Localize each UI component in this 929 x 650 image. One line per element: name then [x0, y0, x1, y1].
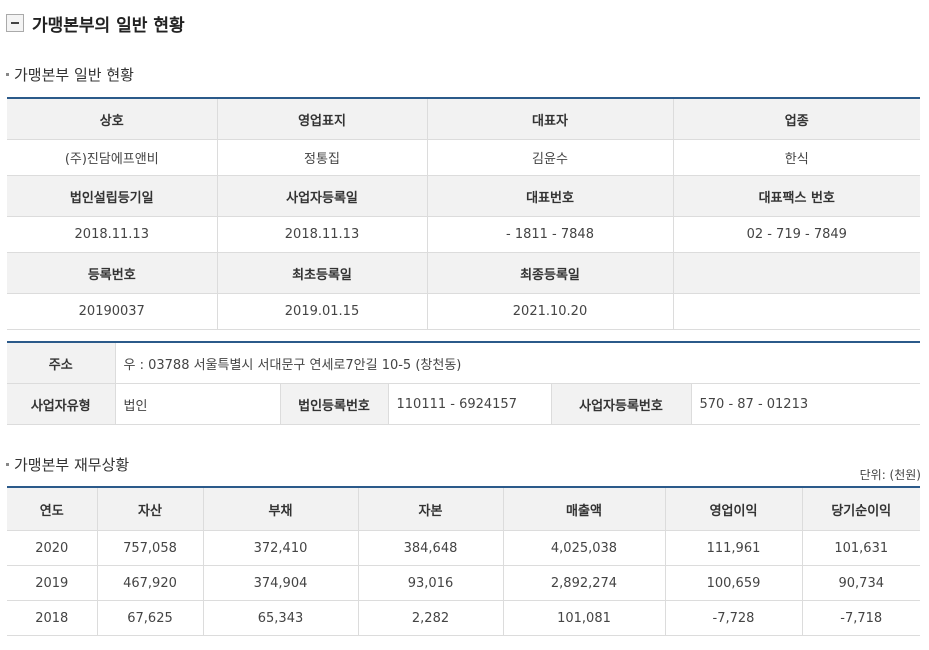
- corp-reg-label: 법인등록번호: [279, 383, 389, 425]
- table-row: 2019 467,920 374,904 93,016 2,892,274 10…: [7, 565, 920, 601]
- table-cell: 한식: [672, 139, 920, 176]
- table-cell: (주)진담에프앤비: [7, 139, 218, 176]
- collapse-toggle-button[interactable]: [6, 14, 24, 32]
- section-title-text: 가맹본부 재무상황: [14, 456, 130, 474]
- biz-reg-value: 570 - 87 - 01213: [690, 383, 921, 425]
- table-cell: 2019: [7, 565, 98, 601]
- table-cell: -7,728: [664, 600, 803, 636]
- table-row: 주소 우 : 03788 서울특별시 서대문구 연세로7안길 10-5 (창천동…: [7, 341, 921, 384]
- table-cell: 김윤수: [426, 139, 674, 176]
- table-header-cell: 영업표지: [216, 97, 428, 140]
- table-header-cell: 대표팩스 번호: [672, 175, 920, 217]
- biz-type-label: 사업자유형: [7, 383, 116, 425]
- table-cell: 2018.11.13: [216, 216, 428, 253]
- table-header-cell: 업종: [672, 97, 920, 140]
- table-cell: 93,016: [357, 565, 504, 601]
- table-cell: 757,058: [96, 530, 204, 566]
- biz-type-value: 법인: [114, 383, 281, 425]
- table-header-cell: 상호: [7, 97, 218, 140]
- section-title-finance: 가맹본부 재무상황: [6, 454, 129, 475]
- table-header-cell: 최종등록일: [426, 252, 674, 294]
- table-header-row: 연도 자산 부채 자본 매출액 영업이익 당기순이익: [7, 486, 920, 531]
- column-header: 연도: [7, 486, 98, 531]
- column-header: 부채: [202, 486, 359, 531]
- table-row: 20190037 2019.01.15 2021.10.20: [7, 293, 920, 330]
- table-cell: 2018.11.13: [7, 216, 218, 253]
- table-header-cell: 등록번호: [7, 252, 218, 294]
- section-title-text: 가맹본부 일반 현황: [14, 66, 134, 84]
- table-row: 2018.11.13 2018.11.13 - 1811 - 7848 02 -…: [7, 216, 920, 253]
- column-header: 매출액: [502, 486, 666, 531]
- column-header: 당기순이익: [801, 486, 920, 531]
- address-label: 주소: [7, 341, 116, 384]
- page-title: 가맹본부의 일반 현황: [32, 15, 185, 36]
- table-header-cell: 사업자등록일: [216, 175, 428, 217]
- table-cell: 2,892,274: [502, 565, 666, 601]
- table-cell: 정통집: [216, 139, 428, 176]
- table-cell: 02 - 719 - 7849: [672, 216, 920, 253]
- corp-reg-value: 110111 - 6924157: [387, 383, 552, 425]
- table-cell: 90,734: [801, 565, 920, 601]
- table-row: 등록번호 최초등록일 최종등록일: [7, 252, 920, 294]
- financial-status-table: 연도 자산 부채 자본 매출액 영업이익 당기순이익 2020 757,058 …: [7, 486, 920, 636]
- table-row: (주)진담에프앤비 정통집 김윤수 한식: [7, 139, 920, 176]
- column-header: 영업이익: [664, 486, 803, 531]
- table-cell: 2021.10.20: [426, 293, 674, 330]
- table-cell: 2020: [7, 530, 98, 566]
- table-cell: 4,025,038: [502, 530, 666, 566]
- table-cell: 101,081: [502, 600, 666, 636]
- table-header-cell: 법인설립등기일: [7, 175, 218, 217]
- table-row: 사업자유형 법인 법인등록번호 110111 - 6924157 사업자등록번호…: [7, 383, 921, 425]
- minus-icon: [11, 22, 19, 24]
- column-header: 자산: [96, 486, 204, 531]
- table-cell: 20190037: [7, 293, 218, 330]
- table-cell: 100,659: [664, 565, 803, 601]
- table-cell: 374,904: [202, 565, 359, 601]
- table-cell: 2,282: [357, 600, 504, 636]
- address-value: 우 : 03788 서울특별시 서대문구 연세로7안길 10-5 (창천동): [114, 341, 921, 384]
- unit-label: 단위: (천원): [859, 468, 921, 482]
- bullet-icon: [6, 73, 9, 76]
- table-row: 상호 영업표지 대표자 업종: [7, 97, 920, 140]
- address-info-table: 주소 우 : 03788 서울특별시 서대문구 연세로7안길 10-5 (창천동…: [7, 341, 921, 425]
- table-cell: 101,631: [801, 530, 920, 566]
- table-cell: 2018: [7, 600, 98, 636]
- biz-reg-label: 사업자등록번호: [550, 383, 692, 425]
- page-header: 가맹본부의 일반 현황: [6, 9, 185, 37]
- table-cell: [672, 293, 920, 330]
- table-cell: 67,625: [96, 600, 204, 636]
- table-header-cell: 대표번호: [426, 175, 674, 217]
- table-row: 2018 67,625 65,343 2,282 101,081 -7,728 …: [7, 600, 920, 636]
- table-row: 법인설립등기일 사업자등록일 대표번호 대표팩스 번호: [7, 175, 920, 217]
- table-cell: -7,718: [801, 600, 920, 636]
- section-title-general: 가맹본부 일반 현황: [6, 64, 134, 85]
- table-header-cell: 대표자: [426, 97, 674, 140]
- table-cell: 372,410: [202, 530, 359, 566]
- table-cell: 2019.01.15: [216, 293, 428, 330]
- table-row: 2020 757,058 372,410 384,648 4,025,038 1…: [7, 530, 920, 566]
- column-header: 자본: [357, 486, 504, 531]
- bullet-icon: [6, 463, 9, 466]
- table-cell: 384,648: [357, 530, 504, 566]
- table-cell: 111,961: [664, 530, 803, 566]
- table-cell: 65,343: [202, 600, 359, 636]
- table-header-cell: [672, 252, 920, 294]
- table-cell: - 1811 - 7848: [426, 216, 674, 253]
- table-cell: 467,920: [96, 565, 204, 601]
- table-header-cell: 최초등록일: [216, 252, 428, 294]
- general-info-table: 상호 영업표지 대표자 업종 (주)진담에프앤비 정통집 김윤수 한식 법인설립…: [7, 97, 920, 330]
